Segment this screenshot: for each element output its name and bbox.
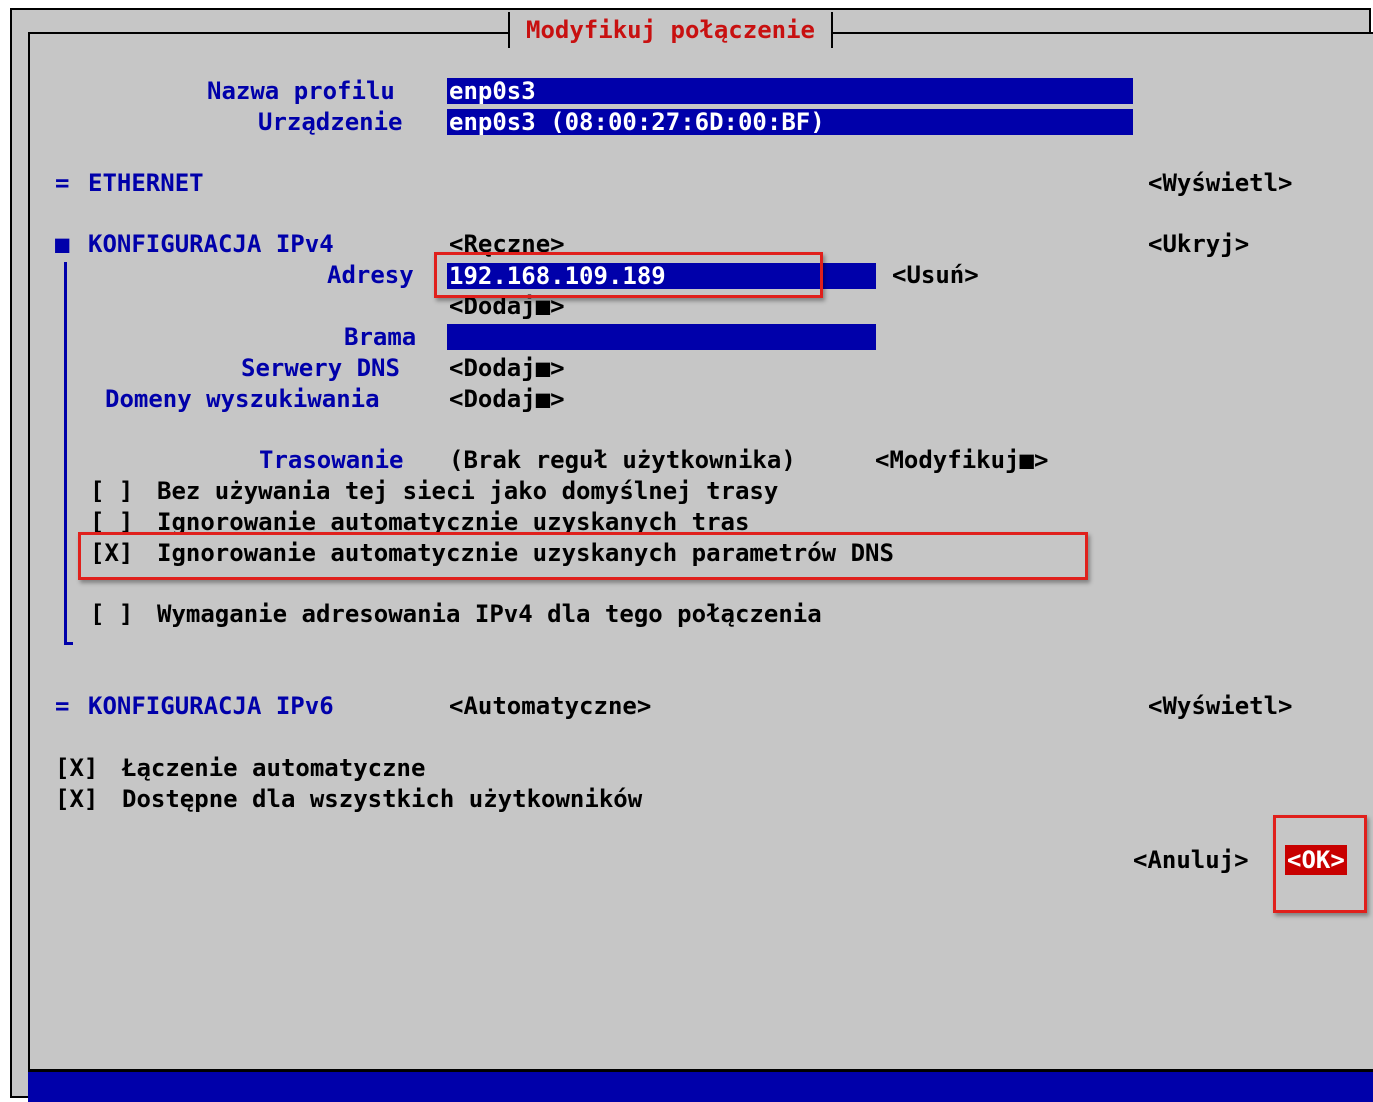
ethernet-section-label: ETHERNET <box>88 169 204 197</box>
bottom-shadow-bar <box>28 1072 1373 1102</box>
never-default-checkbox[interactable]: [ ] <box>90 476 133 506</box>
ok-highlight-box <box>1273 815 1367 913</box>
gateway-input[interactable] <box>447 324 876 350</box>
all-users-label: Dostępne dla wszystkich użytkowników <box>122 785 643 813</box>
add-search-domain-button[interactable]: <Dodaj■> <box>449 384 565 414</box>
device-label: Urządzenie <box>258 108 403 136</box>
autoconnect-label: Łączenie automatyczne <box>122 754 426 782</box>
remove-address-button[interactable]: <Usuń> <box>892 260 979 290</box>
all-users-checkbox[interactable]: [X] <box>55 784 98 814</box>
ipv6-show-button[interactable]: <Wyświetl> <box>1148 691 1293 721</box>
ipv4-section-bracket-end <box>64 642 73 645</box>
profile-name-label: Nazwa profilu <box>207 77 395 105</box>
address-highlight-box <box>434 252 823 298</box>
routing-label: Trasowanie <box>259 446 404 474</box>
routing-value: (Brak reguł użytkownika) <box>449 446 796 474</box>
add-dns-button[interactable]: <Dodaj■> <box>449 353 565 383</box>
addresses-label: Adresy <box>327 261 414 289</box>
ipv6-mode-select[interactable]: <Automatyczne> <box>449 691 651 721</box>
autoconnect-checkbox[interactable]: [X] <box>55 753 98 783</box>
require-ipv4-checkbox[interactable]: [ ] <box>90 599 133 629</box>
never-default-label: Bez używania tej sieci jako domyślnej tr… <box>157 477 779 505</box>
cancel-button[interactable]: <Anuluj> <box>1133 845 1249 875</box>
ipv6-collapse-marker[interactable]: = <box>55 691 69 721</box>
ipv6-section-label: KONFIGURACJA IPv6 <box>88 692 334 720</box>
ipv4-hide-button[interactable]: <Ukryj> <box>1148 229 1249 259</box>
ipv4-section-bracket <box>64 262 67 644</box>
device-input[interactable]: enp0s3 (08:00:27:6D:00:BF) <box>447 109 1133 135</box>
gateway-label: Brama <box>344 323 417 351</box>
routing-modify-button[interactable]: <Modyfikuj■> <box>875 445 1048 475</box>
dialog-title: Modyfikuj połączenie <box>508 12 833 48</box>
profile-name-input[interactable]: enp0s3 <box>447 78 1133 104</box>
ethernet-show-button[interactable]: <Wyświetl> <box>1148 168 1293 198</box>
ipv4-section-label: KONFIGURACJA IPv4 <box>88 230 334 258</box>
require-ipv4-label: Wymaganie adresowania IPv4 dla tego połą… <box>157 600 822 628</box>
ethernet-collapse-marker[interactable]: = <box>55 168 69 198</box>
dns-servers-label: Serwery DNS <box>241 354 400 382</box>
ipv4-expand-marker[interactable]: ■ <box>55 229 69 259</box>
search-domains-label: Domeny wyszukiwania <box>105 385 380 413</box>
ignore-dns-highlight-box <box>78 532 1088 580</box>
